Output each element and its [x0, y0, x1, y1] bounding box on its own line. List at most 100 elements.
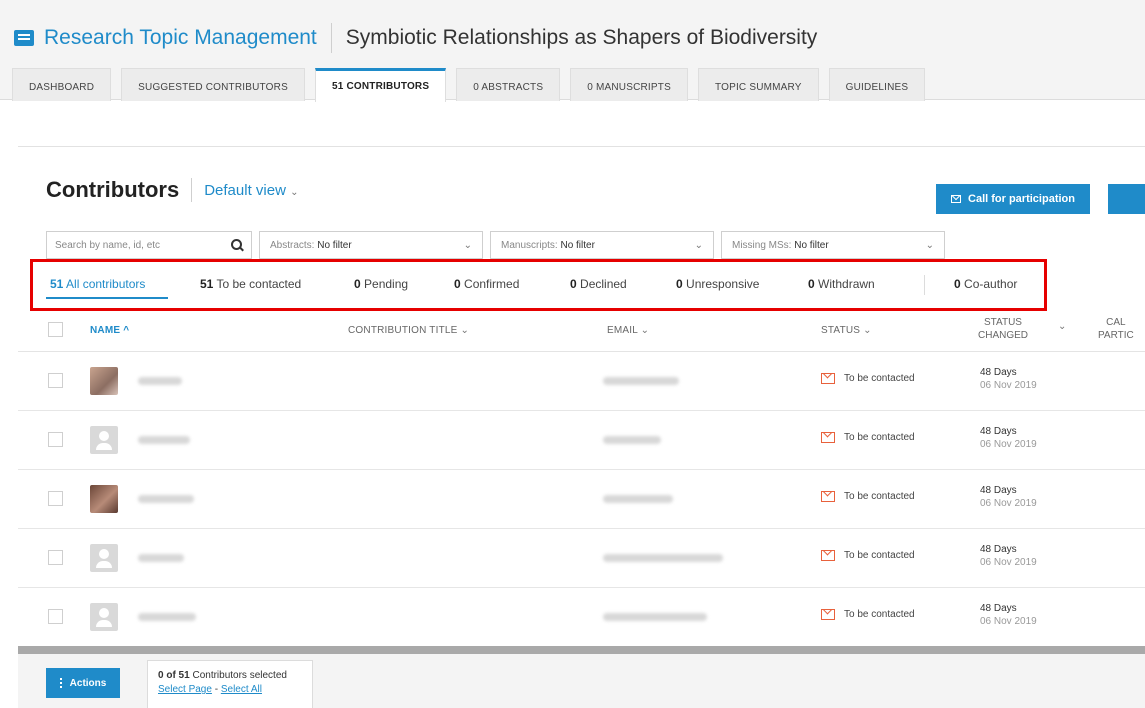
column-status-changed-line2: CHANGED: [978, 330, 1029, 341]
chevron-down-icon: ⌄: [694, 239, 703, 251]
call-for-participation-button[interactable]: Call for participation: [936, 184, 1090, 214]
horizontal-scrollbar[interactable]: [18, 646, 1145, 654]
contributor-name[interactable]: [138, 613, 196, 621]
column-name[interactable]: NAME ^: [90, 325, 129, 336]
manuscripts-filter-label: Manuscripts:: [501, 239, 558, 251]
column-status[interactable]: STATUS ⌄: [821, 325, 872, 336]
selected-count: 0 of 51: [158, 670, 190, 681]
row-checkbox[interactable]: [48, 432, 63, 447]
contributor-name[interactable]: [138, 377, 182, 385]
mail-icon: [821, 609, 835, 620]
select-all-link[interactable]: Select All: [221, 684, 262, 695]
table-header: NAME ^ CONTRIBUTION TITLE ⌄ EMAIL ⌄ STAT…: [18, 312, 1145, 352]
status-text: To be contacted: [844, 550, 915, 561]
days-ago: 48 Days: [980, 485, 1017, 496]
select-all-checkbox[interactable]: [48, 322, 63, 337]
status-badge: To be contacted: [821, 609, 915, 620]
status-badge: To be contacted: [821, 432, 915, 443]
missing-mss-filter-value: No filter: [794, 239, 829, 251]
selection-summary: 0 of 51 Contributors selected Select Pag…: [147, 660, 313, 708]
column-contribution-title-label: CONTRIBUTION TITLE: [348, 325, 458, 336]
kebab-icon: [59, 678, 62, 688]
tab-abstracts[interactable]: 0 ABSTRACTS: [456, 68, 561, 101]
column-call-line2: PARTIC: [1098, 330, 1134, 341]
status-changed: 48 Days 06 Nov 2019: [980, 484, 1037, 510]
view-selector[interactable]: Default view ⌄: [204, 182, 298, 199]
changed-date: 06 Nov 2019: [980, 439, 1037, 450]
changed-date: 06 Nov 2019: [980, 498, 1037, 509]
table-row[interactable]: To be contacted 48 Days 06 Nov 2019: [18, 529, 1145, 588]
actions-button[interactable]: Actions: [46, 668, 120, 698]
contributor-email: [603, 377, 679, 385]
days-ago: 48 Days: [980, 426, 1017, 437]
table-row[interactable]: To be contacted 48 Days 06 Nov 2019: [18, 411, 1145, 470]
search-input[interactable]: Search by name, id, etc: [46, 231, 252, 259]
search-placeholder: Search by name, id, etc: [55, 239, 161, 251]
select-page-link[interactable]: Select Page: [158, 684, 212, 695]
chevron-down-icon: ⌄: [863, 325, 872, 336]
avatar-default-icon: [90, 544, 118, 572]
status-changed: 48 Days 06 Nov 2019: [980, 602, 1037, 628]
changed-date: 06 Nov 2019: [980, 557, 1037, 568]
contributor-email: [603, 436, 661, 444]
tab-guidelines[interactable]: GUIDELINES: [828, 68, 926, 101]
chevron-down-icon: ⌄: [640, 325, 650, 336]
filter-bar: Search by name, id, etc Abstracts: No fi…: [46, 231, 945, 259]
abstracts-filter-label: Abstracts:: [270, 239, 315, 251]
status-text: To be contacted: [844, 373, 915, 384]
chevron-down-icon: ⌄: [460, 325, 470, 336]
row-checkbox[interactable]: [48, 491, 63, 506]
secondary-action-button[interactable]: [1108, 184, 1145, 214]
highlight-box: [30, 259, 1047, 311]
column-status-changed[interactable]: STATUS CHANGED: [978, 316, 1028, 342]
row-checkbox[interactable]: [48, 609, 63, 624]
avatar-default-icon: [90, 603, 118, 631]
tab-topic-summary[interactable]: TOPIC SUMMARY: [697, 68, 819, 101]
missing-mss-filter[interactable]: Missing MSs: No filter ⌄: [721, 231, 945, 259]
abstracts-filter[interactable]: Abstracts: No filter ⌄: [259, 231, 483, 259]
avatar: [90, 485, 118, 513]
table-row[interactable]: To be contacted 48 Days 06 Nov 2019: [18, 352, 1145, 411]
mail-icon: [821, 491, 835, 502]
chevron-down-icon: ⌄: [925, 239, 934, 251]
topic-title: Symbiotic Relationships as Shapers of Bi…: [345, 26, 818, 49]
search-icon[interactable]: [231, 239, 243, 251]
tab-suggested-contributors[interactable]: SUGGESTED CONTRIBUTORS: [121, 68, 305, 101]
tab-dashboard[interactable]: DASHBOARD: [12, 68, 112, 101]
manuscripts-filter-value: No filter: [560, 239, 595, 251]
contributor-name[interactable]: [138, 554, 184, 562]
header-divider: [191, 178, 193, 202]
contributor-email: [603, 495, 673, 503]
manuscripts-filter[interactable]: Manuscripts: No filter ⌄: [490, 231, 714, 259]
contributor-name[interactable]: [138, 495, 194, 503]
row-checkbox[interactable]: [48, 550, 63, 565]
column-call-participation[interactable]: CAL PARTIC: [1098, 316, 1134, 342]
column-status-changed-line1: STATUS: [984, 317, 1022, 328]
selected-text: Contributors selected: [192, 670, 287, 681]
column-email[interactable]: EMAIL ⌄: [607, 325, 649, 336]
app-title[interactable]: Research Topic Management: [44, 26, 317, 50]
mail-icon: [821, 432, 835, 443]
call-button-label: Call for participation: [968, 193, 1075, 205]
tab-manuscripts[interactable]: 0 MANUSCRIPTS: [570, 68, 688, 101]
column-call-line1: CAL: [1106, 317, 1126, 328]
status-text: To be contacted: [844, 491, 915, 502]
column-name-label: NAME: [90, 325, 121, 336]
days-ago: 48 Days: [980, 544, 1017, 555]
days-ago: 48 Days: [980, 603, 1017, 614]
tab-contributors[interactable]: 51 CONTRIBUTORS: [314, 68, 447, 102]
status-text: To be contacted: [844, 432, 915, 443]
title-row: Research Topic Management Symbiotic Rela…: [14, 22, 817, 54]
app-header: Research Topic Management Symbiotic Rela…: [0, 0, 1145, 102]
status-text: To be contacted: [844, 609, 915, 620]
column-contribution-title[interactable]: CONTRIBUTION TITLE ⌄: [348, 325, 469, 336]
contributor-name[interactable]: [138, 436, 190, 444]
avatar-default-icon: [90, 426, 118, 454]
link-separator: -: [214, 684, 219, 695]
status-changed: 48 Days 06 Nov 2019: [980, 425, 1037, 451]
table-row[interactable]: To be contacted 48 Days 06 Nov 2019: [18, 588, 1145, 647]
row-checkbox[interactable]: [48, 373, 63, 388]
tab-bar: DASHBOARD SUGGESTED CONTRIBUTORS 51 CONT…: [12, 68, 935, 102]
table-row[interactable]: To be contacted 48 Days 06 Nov 2019: [18, 470, 1145, 529]
chevron-down-icon: ⌄: [463, 239, 472, 251]
